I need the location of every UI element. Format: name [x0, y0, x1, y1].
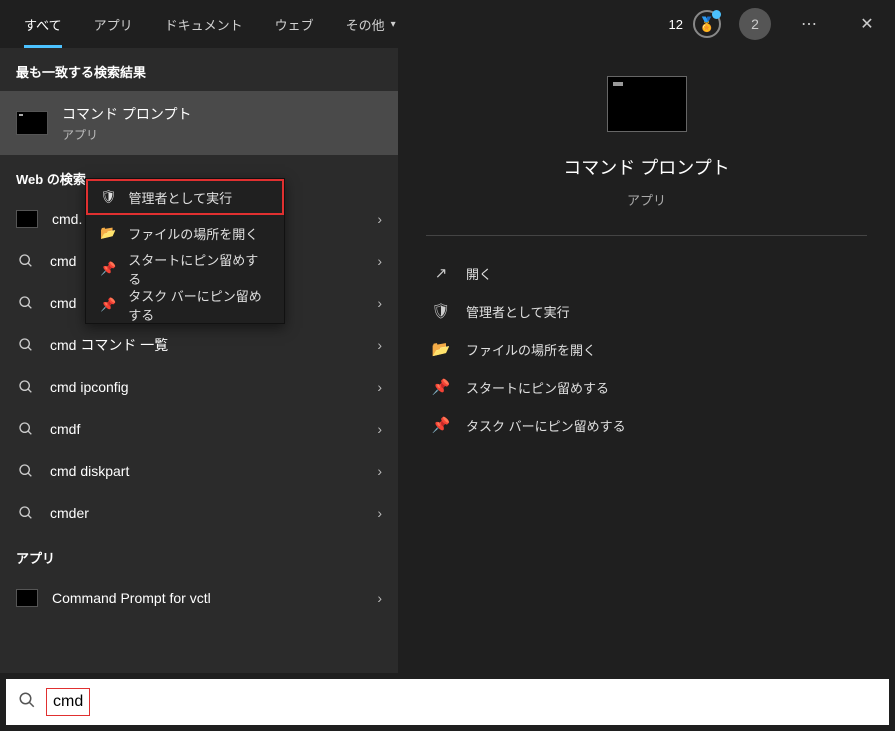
- result-label: cmd diskpart: [50, 463, 129, 479]
- pin-icon: 📌: [432, 378, 450, 396]
- search-icon: [16, 463, 36, 479]
- reward-count: 12: [669, 17, 683, 32]
- result-cmd-ipconfig[interactable]: cmd ipconfig ›: [0, 366, 398, 408]
- tab-web[interactable]: ウェブ: [259, 0, 330, 48]
- result-label: cmd ipconfig: [50, 379, 129, 395]
- context-label: 管理者として実行: [129, 188, 233, 207]
- chevron-right-icon: ›: [377, 337, 382, 353]
- tab-documents[interactable]: ドキュメント: [149, 0, 259, 48]
- result-cmd-diskpart[interactable]: cmd diskpart ›: [0, 450, 398, 492]
- preview-panel: コマンド プロンプト アプリ ↗ 開く 🛡 管理者として実行 📂 ファイルの場所を開く…: [398, 48, 895, 673]
- tab-apps[interactable]: アプリ: [78, 0, 149, 48]
- user-avatar[interactable]: 2: [739, 8, 771, 40]
- tab-other-label: その他: [346, 15, 385, 34]
- action-run-admin[interactable]: 🛡 管理者として実行: [426, 292, 867, 330]
- folder-icon: 📂: [100, 225, 116, 241]
- chevron-right-icon: ›: [377, 421, 382, 437]
- tab-all[interactable]: すべて: [8, 0, 78, 48]
- search-icon: [16, 421, 36, 437]
- result-vctl[interactable]: Command Prompt for vctl ›: [0, 577, 398, 619]
- context-label: スタートにピン留めする: [128, 250, 270, 288]
- best-match-title: コマンド プロンプト: [62, 104, 191, 124]
- search-icon: [16, 253, 36, 269]
- search-icon: [16, 295, 36, 311]
- context-pin-taskbar[interactable]: 📌 タスク バーにピン留めする: [86, 287, 284, 323]
- shield-icon: 🛡: [100, 189, 117, 205]
- result-label: Command Prompt for vctl: [52, 590, 211, 606]
- action-open-location[interactable]: 📂 ファイルの場所を開く: [426, 330, 867, 368]
- rewards-icon[interactable]: 🏅: [693, 10, 721, 38]
- search-icon: [16, 379, 36, 395]
- context-pin-start[interactable]: 📌 スタートにピン留めする: [86, 251, 284, 287]
- action-pin-start[interactable]: 📌 スタートにピン留めする: [426, 368, 867, 406]
- context-label: ファイルの場所を開く: [128, 224, 258, 243]
- result-label: cmdf: [50, 421, 80, 437]
- pin-icon: 📌: [100, 261, 116, 277]
- more-button[interactable]: ⋯: [789, 4, 829, 44]
- search-icon: [18, 691, 36, 714]
- result-label: cmd コマンド 一覧: [50, 335, 168, 355]
- action-label: スタートにピン留めする: [466, 378, 609, 397]
- preview-subtitle: アプリ: [426, 190, 867, 209]
- apps-header: アプリ: [0, 534, 398, 577]
- chevron-right-icon: ›: [377, 253, 382, 269]
- open-icon: ↗: [432, 264, 450, 282]
- result-cmdf[interactable]: cmdf ›: [0, 408, 398, 450]
- action-label: 開く: [466, 264, 492, 283]
- context-menu: 🛡 管理者として実行 📂 ファイルの場所を開く 📌 スタートにピン留めする 📌 …: [85, 178, 285, 324]
- pin-icon: 📌: [432, 416, 450, 434]
- best-match-item[interactable]: コマンド プロンプト アプリ: [0, 91, 398, 155]
- result-label: cmd: [50, 295, 76, 311]
- best-match-text: コマンド プロンプト アプリ: [62, 104, 191, 143]
- main: 最も一致する検索結果 コマンド プロンプト アプリ Web の検索 cmd. ›…: [0, 48, 895, 673]
- chevron-right-icon: ›: [377, 295, 382, 311]
- pin-icon: 📌: [100, 297, 116, 313]
- folder-icon: 📂: [432, 340, 450, 358]
- search-bar[interactable]: cmd: [6, 679, 889, 725]
- best-match-header: 最も一致する検索結果: [0, 48, 398, 91]
- search-input[interactable]: cmd: [46, 688, 90, 716]
- tab-other[interactable]: その他 ▾: [330, 0, 412, 48]
- command-prompt-icon: [16, 111, 48, 135]
- result-label: cmd.: [52, 211, 82, 227]
- top-right: 12 🏅 2 ⋯ ✕: [669, 4, 887, 44]
- result-cmd-list[interactable]: cmd コマンド 一覧 ›: [0, 324, 398, 366]
- result-label: cmder: [50, 505, 89, 521]
- best-match-subtitle: アプリ: [62, 126, 191, 143]
- top-bar: すべて アプリ ドキュメント ウェブ その他 ▾ 12 🏅 2 ⋯ ✕: [0, 0, 895, 48]
- chevron-right-icon: ›: [377, 463, 382, 479]
- close-button[interactable]: ✕: [847, 4, 887, 44]
- action-pin-taskbar[interactable]: 📌 タスク バーにピン留めする: [426, 406, 867, 444]
- terminal-icon: [16, 589, 38, 607]
- search-icon: [16, 505, 36, 521]
- preview-title: コマンド プロンプト: [426, 154, 867, 180]
- shield-icon: 🛡: [432, 302, 450, 320]
- chevron-right-icon: ›: [377, 379, 382, 395]
- divider: [426, 235, 867, 236]
- terminal-icon: [16, 210, 38, 228]
- tabs: すべて アプリ ドキュメント ウェブ その他 ▾: [8, 0, 412, 48]
- context-open-location[interactable]: 📂 ファイルの場所を開く: [86, 215, 284, 251]
- chevron-right-icon: ›: [377, 505, 382, 521]
- action-open[interactable]: ↗ 開く: [426, 254, 867, 292]
- preview-icon-wrap: [426, 68, 867, 132]
- action-label: タスク バーにピン留めする: [466, 416, 626, 435]
- result-cmder[interactable]: cmder ›: [0, 492, 398, 534]
- search-icon: [16, 337, 36, 353]
- result-label: cmd: [50, 253, 76, 269]
- action-label: 管理者として実行: [466, 302, 570, 321]
- context-label: タスク バーにピン留めする: [128, 286, 270, 324]
- chevron-right-icon: ›: [377, 590, 382, 606]
- context-run-admin[interactable]: 🛡 管理者として実行: [86, 179, 284, 215]
- chevron-right-icon: ›: [377, 211, 382, 227]
- results-panel: 最も一致する検索結果 コマンド プロンプト アプリ Web の検索 cmd. ›…: [0, 48, 398, 673]
- chevron-down-icon: ▾: [391, 19, 396, 30]
- action-label: ファイルの場所を開く: [466, 340, 596, 359]
- command-prompt-icon: [607, 76, 687, 132]
